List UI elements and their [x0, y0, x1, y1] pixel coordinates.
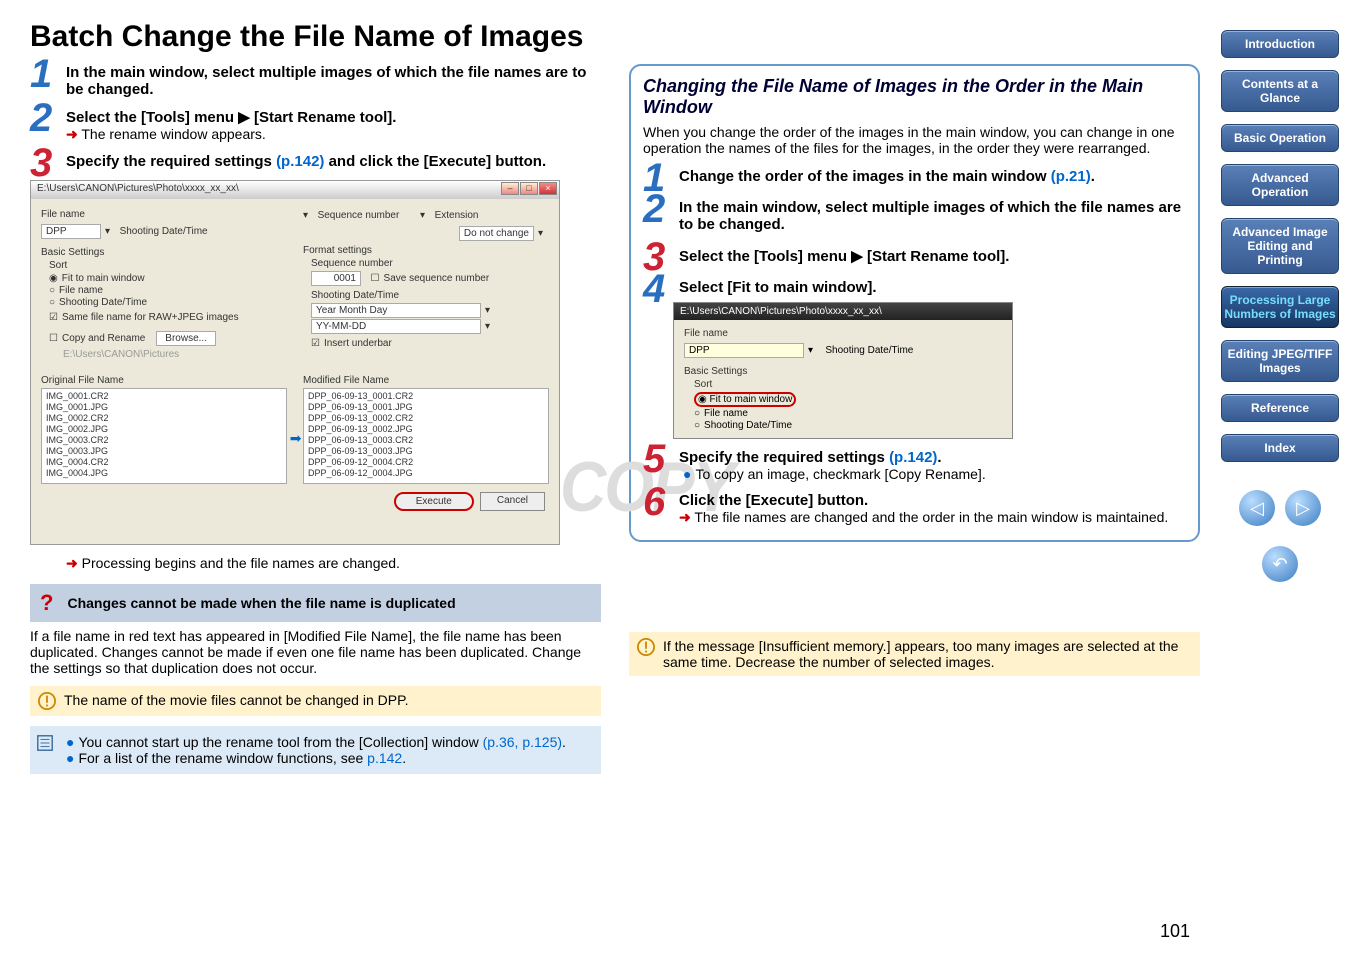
fmt-dropdown[interactable]: YY-MM-DD — [311, 319, 481, 334]
warning-icon — [38, 692, 56, 710]
cancel-button[interactable]: Cancel — [480, 492, 545, 511]
warning-box-1: The name of the movie files cannot be ch… — [30, 686, 601, 716]
warning-box-2: If the message [Insufficient memory.] ap… — [629, 632, 1200, 676]
next-page-button[interactable]: ▷ — [1285, 490, 1321, 526]
link-p36-125[interactable]: (p.36, p.125) — [483, 734, 562, 750]
arrow-icon: ➡ — [290, 430, 302, 447]
question-icon: ? — [40, 590, 53, 616]
step-2-text: Select the [Tools] menu ▶ [Start Rename … — [66, 108, 601, 126]
rstep-4: 4 — [643, 267, 665, 312]
processing-note: ➜ Processing begins and the file names a… — [30, 555, 601, 572]
link-p142[interactable]: (p.142) — [276, 153, 324, 170]
step-1: 1 — [30, 52, 52, 97]
back-button[interactable]: ↶ — [1262, 546, 1298, 582]
execute-button[interactable]: Execute — [394, 492, 474, 511]
nav-reference[interactable]: Reference — [1221, 394, 1339, 422]
rstep-5: 5 — [643, 437, 665, 482]
link-p21[interactable]: (p.21) — [1051, 168, 1091, 185]
step-1-text: In the main window, select multiple imag… — [66, 64, 601, 98]
seq-input[interactable]: 0001 — [311, 271, 361, 286]
help-body: If a file name in red text has appeared … — [30, 628, 601, 676]
link-p142-2[interactable]: p.142 — [367, 750, 402, 766]
close-icon: × — [539, 182, 557, 195]
nav-adv-editing[interactable]: Advanced Image Editing and Printing — [1221, 218, 1339, 274]
ymd-dropdown[interactable]: Year Month Day — [311, 303, 481, 318]
max-icon: □ — [520, 182, 538, 195]
nav-introduction[interactable]: Introduction — [1221, 30, 1339, 58]
nav-editing[interactable]: Editing JPEG/TIFF Images — [1221, 340, 1339, 382]
min-icon: – — [501, 182, 519, 195]
link-p142-3[interactable]: (p.142) — [889, 449, 937, 466]
browse-button[interactable]: Browse... — [156, 331, 216, 346]
nav-contents[interactable]: Contents at a Glance — [1221, 70, 1339, 112]
nav-sidebar: Introduction Contents at a Glance Basic … — [1210, 0, 1350, 954]
page-title: Batch Change the File Name of Images — [30, 20, 1200, 54]
modified-file-list: DPP_06-09-13_0001.CR2DPP_06-09-13_0001.J… — [303, 388, 549, 484]
ext-dropdown[interactable]: Do not change — [459, 226, 534, 241]
filename-dropdown-2[interactable]: DPP — [684, 343, 804, 358]
help-box: ? Changes cannot be made when the file n… — [30, 584, 601, 622]
prev-page-button[interactable]: ◁ — [1239, 490, 1275, 526]
filename-dropdown[interactable]: DPP — [41, 224, 101, 239]
list-icon — [36, 734, 54, 752]
sub-procedure-box: Changing the File Name of Images in the … — [629, 64, 1200, 542]
nav-basic[interactable]: Basic Operation — [1221, 124, 1339, 152]
step-3-text: Specify the required settings (p.142) an… — [66, 153, 601, 170]
page-number: 101 — [1160, 921, 1190, 942]
step-2-note: ➜ The rename window appears. — [66, 126, 601, 143]
fit-window-screenshot: E:\Users\CANON\Pictures\Photo\xxxx_xx_xx… — [673, 302, 1013, 439]
tip-box: ●You cannot start up the rename tool fro… — [30, 726, 601, 774]
warning-icon — [637, 638, 655, 656]
nav-index[interactable]: Index — [1221, 434, 1339, 462]
original-file-list: IMG_0001.CR2IMG_0001.JPGIMG_0002.CR2IMG_… — [41, 388, 287, 484]
nav-advanced[interactable]: Advanced Operation — [1221, 164, 1339, 206]
nav-processing[interactable]: Processing Large Numbers of Images — [1221, 286, 1339, 328]
step-2: 2 — [30, 96, 52, 141]
rstep-6: 6 — [643, 480, 665, 525]
rename-window-screenshot: E:\Users\CANON\Pictures\Photo\xxxx_xx_xx… — [30, 180, 560, 545]
rstep-2: 2 — [643, 187, 665, 232]
